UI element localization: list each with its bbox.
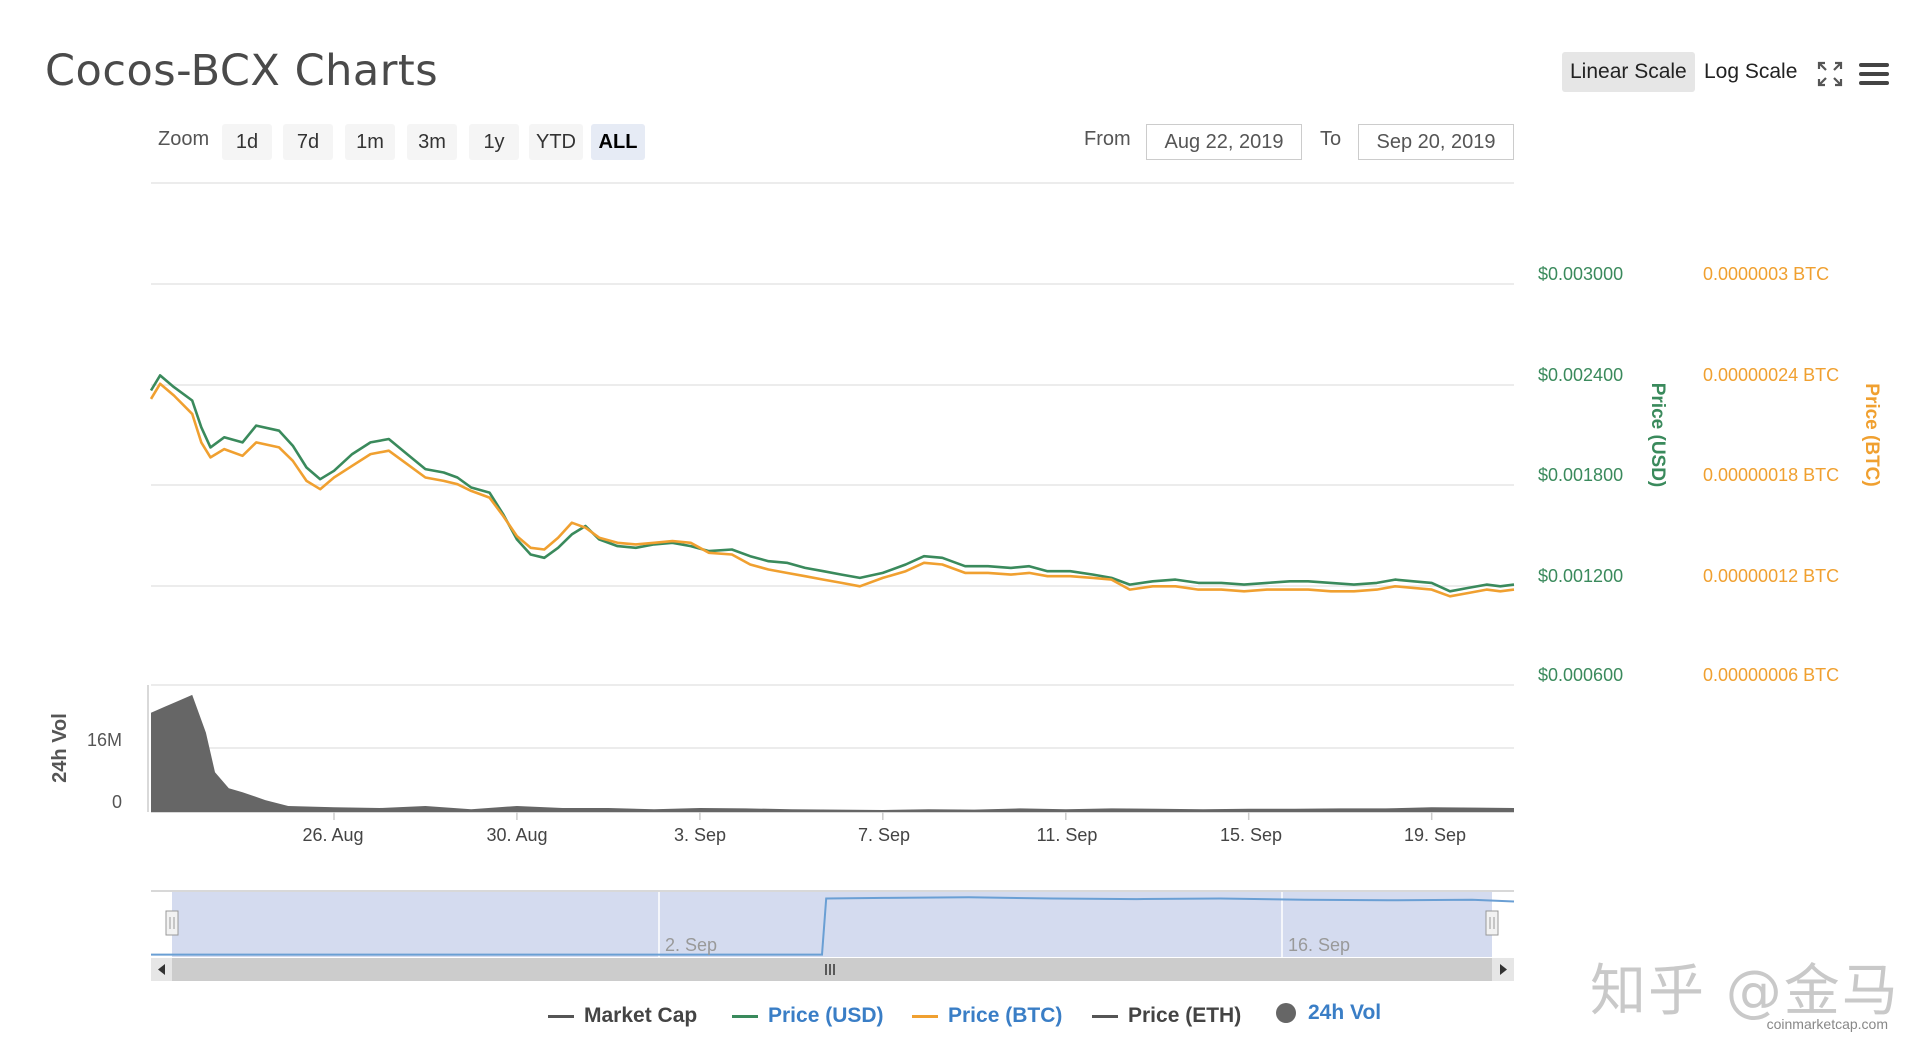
usd-tick-label: $0.002400 [1538, 365, 1623, 385]
legend-item-price-btc[interactable]: Price (BTC) [912, 1004, 1062, 1028]
legend-swatch [1092, 1014, 1118, 1018]
navigator-label: 2. Sep [665, 935, 717, 955]
scrollbar-thumb [172, 958, 1492, 981]
usd-price-line [149, 374, 1515, 593]
volume-tick-label: 0 [112, 792, 122, 812]
legend-item-price-eth[interactable]: Price (ETH) [1092, 1004, 1241, 1028]
price-chart: $0.003000 $0.002400 $0.001800 $0.001200 … [49, 182, 1882, 981]
grid [147, 182, 1514, 813]
usd-tick-label: $0.003000 [1538, 264, 1623, 284]
scroll-left-arrow-icon[interactable] [151, 958, 172, 981]
btc-axis-title: Price (BTC) [1861, 383, 1882, 486]
volume-tick-label: 16M [87, 730, 122, 750]
btc-tick-label: 0.00000006 BTC [1703, 665, 1839, 685]
x-axis: 26. Aug 30. Aug 3. Sep 7. Sep 11. Sep 15… [302, 825, 1466, 845]
credit-link[interactable]: coinmarketcap.com [1767, 1016, 1888, 1032]
legend-dot [1276, 1003, 1296, 1024]
x-tick-label: 3. Sep [674, 825, 726, 845]
legend-item-price-usd[interactable]: Price (USD) [732, 1004, 884, 1028]
x-tick-label: 30. Aug [486, 825, 547, 845]
usd-tick-label: $0.001200 [1538, 566, 1623, 586]
usd-tick-label: $0.000600 [1538, 665, 1623, 685]
navigator-left-handle[interactable] [165, 910, 179, 936]
btc-price-line [149, 382, 1515, 598]
legend-item-24h-vol[interactable]: 24h Vol [1276, 1001, 1381, 1025]
legend-label: 24h Vol [1308, 1001, 1382, 1024]
usd-axis: $0.003000 $0.002400 $0.001800 $0.001200 … [1538, 264, 1668, 685]
legend-swatch [732, 1014, 758, 1018]
x-tick-label: 11. Sep [1037, 825, 1098, 845]
btc-axis: 0.0000003 BTC 0.00000024 BTC 0.00000018 … [1703, 264, 1882, 685]
usd-tick-label: $0.001800 [1538, 465, 1623, 485]
scrollbar[interactable] [151, 958, 1514, 981]
scroll-right-arrow-icon[interactable] [1492, 958, 1514, 981]
btc-tick-label: 0.00000024 BTC [1703, 365, 1839, 385]
legend-label: Market Cap [584, 1004, 698, 1027]
navigator-right-handle[interactable] [1485, 910, 1499, 936]
x-tick-marks [333, 812, 1433, 820]
x-tick-label: 19. Sep [1404, 825, 1466, 845]
x-tick-label: 7. Sep [858, 825, 910, 845]
legend-label: Price (USD) [768, 1004, 884, 1027]
navigator[interactable]: 2. Sep 16. Sep [151, 890, 1515, 957]
navigator-label: 16. Sep [1288, 935, 1350, 955]
legend-item-market-cap[interactable]: Market Cap [548, 1004, 697, 1028]
volume-axis-title: 24h Vol [49, 713, 71, 783]
legend-label: Price (ETH) [1128, 1004, 1242, 1027]
legend-swatch [912, 1014, 938, 1018]
x-tick-label: 26. Aug [302, 825, 363, 845]
btc-tick-label: 0.00000018 BTC [1703, 465, 1839, 485]
usd-axis-title: Price (USD) [1647, 383, 1668, 488]
legend-label: Price (BTC) [948, 1004, 1063, 1027]
x-tick-label: 15. Sep [1220, 825, 1282, 845]
btc-tick-label: 0.0000003 BTC [1703, 264, 1829, 284]
volume-axis: 16M 0 24h Vol [49, 713, 122, 812]
legend-swatch [548, 1014, 574, 1018]
watermark: 知乎 @金马 [1590, 959, 1900, 1024]
btc-tick-label: 0.00000012 BTC [1703, 566, 1839, 586]
volume-area [151, 694, 1514, 812]
